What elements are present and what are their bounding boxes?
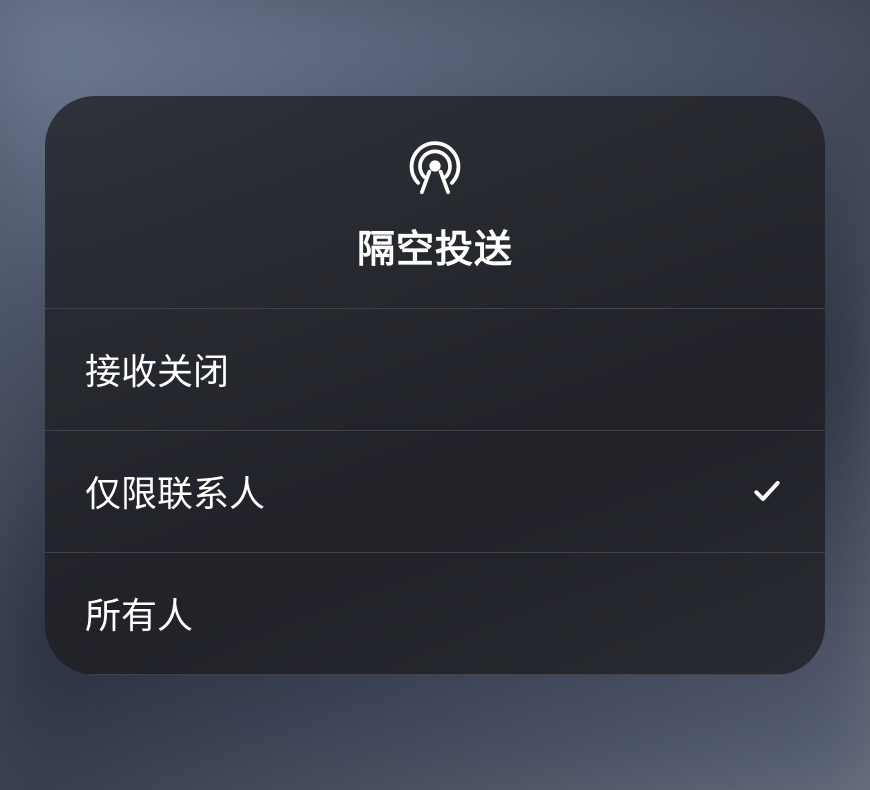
option-receiving-off[interactable]: 接收关闭 <box>45 309 825 431</box>
option-label: 接收关闭 <box>85 343 229 395</box>
option-everyone[interactable]: 所有人 <box>45 553 825 675</box>
option-label: 仅限联系人 <box>85 465 265 517</box>
airdrop-icon <box>45 136 825 196</box>
option-contacts-only[interactable]: 仅限联系人 <box>45 431 825 553</box>
panel-header: 隔空投送 <box>45 96 825 309</box>
panel-title: 隔空投送 <box>45 218 825 273</box>
checkmark-icon <box>749 473 785 509</box>
airdrop-settings-panel: 隔空投送 接收关闭 仅限联系人 所有人 <box>45 96 825 675</box>
option-label: 所有人 <box>85 587 193 639</box>
